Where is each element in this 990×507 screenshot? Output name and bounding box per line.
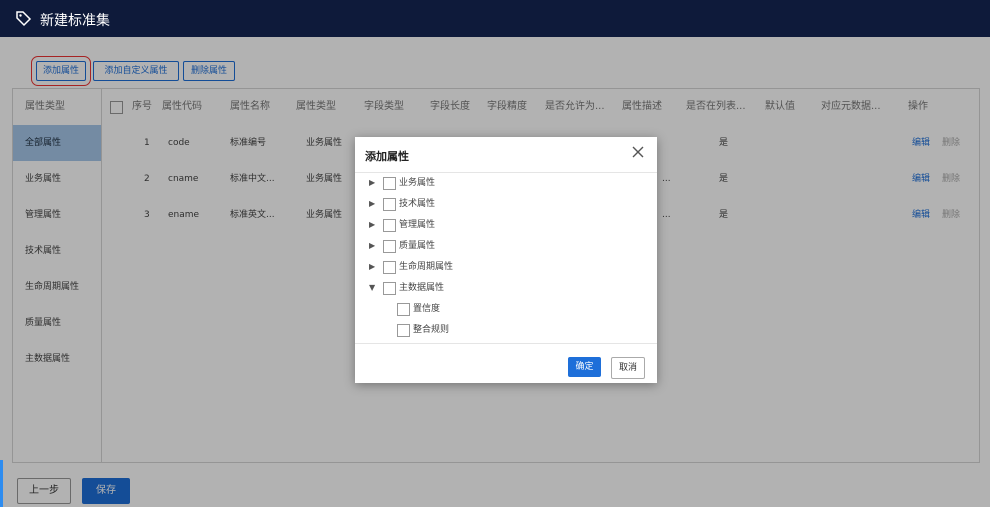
- tree-node-label: 生命周期属性: [399, 262, 454, 272]
- tree-node[interactable]: ▶ 质量属性: [369, 236, 629, 256]
- caret-right-icon[interactable]: ▶: [369, 173, 379, 193]
- tree-node-label: 技术属性: [399, 199, 436, 209]
- tree-node[interactable]: ▼ 主数据属性: [369, 278, 629, 298]
- tree-checkbox[interactable]: [397, 303, 410, 316]
- dialog-header: 添加属性: [355, 137, 657, 173]
- left-accent-bar: [0, 460, 3, 507]
- tree-checkbox[interactable]: [383, 240, 396, 253]
- tree-checkbox[interactable]: [383, 219, 396, 232]
- tree-checkbox[interactable]: [383, 177, 396, 190]
- tree-node-label: 业务属性: [399, 178, 436, 188]
- tree-node[interactable]: ▶ 业务属性: [369, 173, 629, 193]
- tree-checkbox[interactable]: [397, 324, 410, 337]
- tree-node[interactable]: ▶ 管理属性: [369, 215, 629, 235]
- caret-right-icon[interactable]: ▶: [369, 236, 379, 256]
- add-attribute-dialog: 添加属性 ▶ 业务属性 ▶ 技术属性 ▶ 管理属性 ▶ 质量属性 ▶ 生命周期属…: [355, 137, 657, 383]
- cancel-button[interactable]: 取消: [611, 357, 645, 379]
- tree-child-node[interactable]: 置信度: [383, 299, 623, 319]
- tree-child-node[interactable]: 整合规则: [383, 320, 623, 340]
- close-icon[interactable]: [629, 143, 647, 161]
- title-bar: 新建标准集: [0, 0, 990, 37]
- tree-node[interactable]: ▶ 生命周期属性: [369, 257, 629, 277]
- tree-checkbox[interactable]: [383, 261, 396, 274]
- tree-checkbox[interactable]: [383, 282, 396, 295]
- tree-node-label: 质量属性: [399, 241, 436, 251]
- page-title: 新建标准集: [40, 13, 110, 29]
- tree-node[interactable]: ▶ 技术属性: [369, 194, 629, 214]
- dialog-footer: 确定 取消: [355, 343, 657, 384]
- tree-node-label: 管理属性: [399, 220, 436, 230]
- tree-node-label: 置信度: [413, 304, 441, 314]
- caret-right-icon[interactable]: ▶: [369, 215, 379, 235]
- caret-down-icon[interactable]: ▼: [369, 278, 379, 298]
- caret-right-icon[interactable]: ▶: [369, 257, 379, 277]
- dialog-title: 添加属性: [365, 150, 409, 163]
- tree-node-label: 主数据属性: [399, 283, 445, 293]
- tag-icon: [16, 11, 32, 27]
- confirm-button[interactable]: 确定: [568, 357, 601, 377]
- tree-checkbox[interactable]: [383, 198, 396, 211]
- tree-node-label: 整合规则: [413, 325, 450, 335]
- caret-right-icon[interactable]: ▶: [369, 194, 379, 214]
